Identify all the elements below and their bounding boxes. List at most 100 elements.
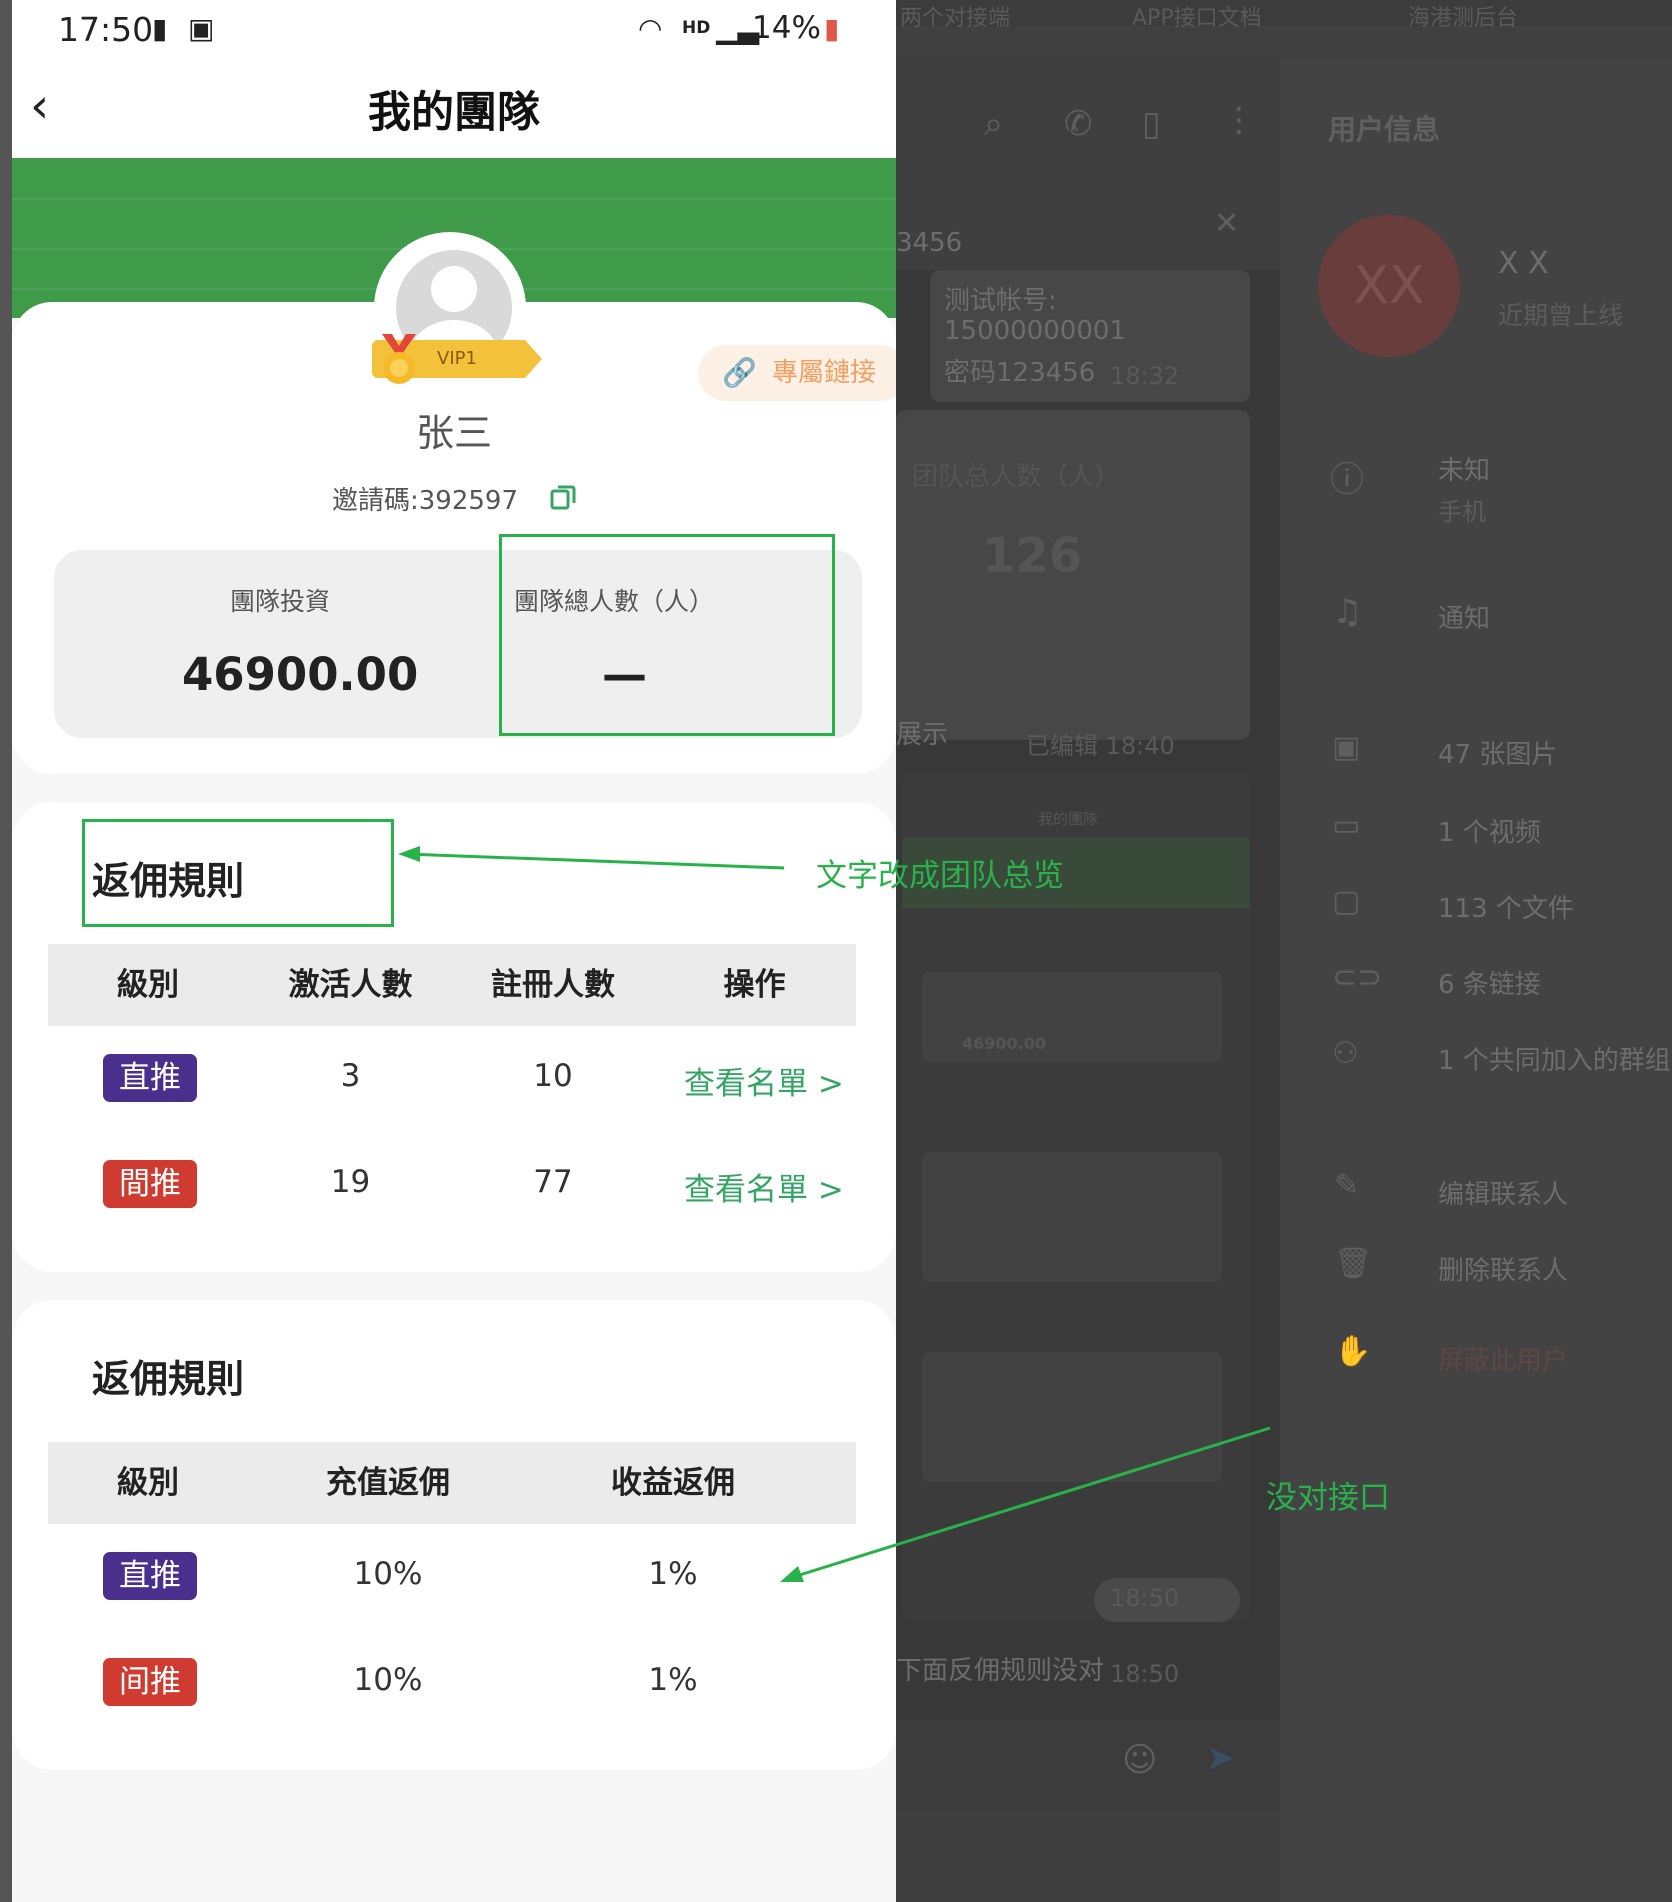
bell-icon: ♫ (1332, 592, 1363, 632)
annotation-box-total-members (499, 534, 835, 736)
column-header: 級別 (117, 967, 179, 1003)
video-icon: ▭ (1332, 808, 1361, 843)
gallery-icon: ▣ (188, 12, 215, 45)
notify-label[interactable]: 通知 (1438, 598, 1490, 635)
exclusive-link-label: 專屬鏈接 (772, 358, 877, 388)
chat-snippet: 3456 (896, 228, 963, 258)
browser-tab[interactable]: 两个对接端 (900, 0, 1010, 32)
team-table-header: 級別 激活人數 註冊人數 操作 (48, 944, 856, 1026)
browser-tabbar: 两个对接端 APP接口文档 海港测后台 (896, 0, 1672, 31)
investment-value: 46900.00 (182, 648, 419, 701)
page-title: 我的團隊 (368, 88, 540, 138)
table-cell: 1% (648, 1662, 698, 1698)
wifi-icon: ◠ (638, 12, 663, 45)
view-list-link[interactable]: 查看名單 > (684, 1058, 844, 1103)
pencil-icon: ✎ (1334, 1168, 1360, 1203)
user-name: 张三 (415, 411, 492, 455)
phone-icon[interactable]: ✆ (1064, 104, 1093, 144)
view-list-link[interactable]: 查看名單 > (684, 1164, 844, 1209)
table-cell: 10% (353, 1556, 423, 1592)
column-header: 激活人數 (288, 967, 413, 1003)
column-header: 級別 (117, 1465, 179, 1501)
sidebar-toggle-icon[interactable]: ▯ (1142, 104, 1161, 144)
battery-level: 14% (752, 10, 821, 46)
close-icon[interactable]: ✕ (1214, 206, 1239, 241)
invite-code: 邀請碼:392597 (332, 486, 519, 516)
rebate-table-header: 級別 充值返佣 收益返佣 (48, 1442, 856, 1524)
contact-status: 近期曾上线 (1498, 301, 1624, 330)
hand-icon: ✋ (1334, 1334, 1372, 1369)
chat-time-3: 18:50 (1110, 1660, 1180, 1688)
browser-tab[interactable]: APP接口文档 (1132, 0, 1262, 32)
chat-edited: 已编辑 18:40 (1026, 732, 1175, 760)
block-user[interactable]: 屏蔽此用户 (1438, 1340, 1568, 1377)
column-header: 操作 (723, 967, 786, 1003)
info-type: 手机 (1438, 498, 1486, 526)
edit-contact[interactable]: 编辑联系人 (1438, 1174, 1568, 1211)
image-icon: ▣ (1332, 730, 1361, 765)
info-icon: ⓘ (1330, 460, 1364, 500)
chat-show-label: 展示 (896, 720, 949, 750)
contact-name: X X (1498, 246, 1549, 281)
group-icon: ⚇ (1332, 1036, 1359, 1071)
copy-icon[interactable] (550, 484, 576, 510)
chat-team-value: 126 (982, 528, 1083, 584)
chat-password: 密码123456 (944, 358, 1096, 388)
chat-time-2: 18:50 (1110, 1584, 1180, 1612)
level-tag-indirect: 间推 (103, 1658, 197, 1706)
chat-team-label: 团队总人数（人） (912, 462, 1121, 492)
delete-contact[interactable]: 删除联系人 (1438, 1250, 1568, 1287)
more-icon[interactable]: ⋮ (1222, 100, 1256, 140)
info-value: 未知 (1438, 456, 1491, 486)
column-header: 收益返佣 (611, 1465, 735, 1501)
mini-title: 我的團隊 (1038, 810, 1099, 828)
table-cell: 10 (533, 1058, 573, 1094)
contact-avatar: XX (1318, 215, 1460, 357)
left-window-edge (0, 0, 12, 1902)
chat-time: 18:32 (1110, 362, 1180, 390)
table-cell: 19 (330, 1164, 371, 1200)
annotation-note-no-api: 没对接口 (1266, 1480, 1390, 1516)
chat-screenshot-thumbnail[interactable]: 我的團隊 46900.00 (902, 772, 1250, 1622)
exclusive-link-button[interactable]: 🔗 專屬鏈接 (698, 345, 896, 401)
table-cell: 1% (648, 1556, 698, 1592)
link-icon: ⊂⊃ (1332, 960, 1383, 995)
level-tag-direct: 直推 (103, 1552, 197, 1600)
column-header: 充值返佣 (326, 1465, 450, 1501)
media-videos[interactable]: 1 个视频 (1438, 812, 1541, 849)
panel-title: 用户信息 (1328, 113, 1441, 146)
media-links[interactable]: 6 条链接 (1438, 964, 1541, 1001)
status-time: 17:50 (58, 10, 154, 49)
mini-team-table (922, 1152, 1222, 1282)
link-icon: 🔗 (722, 356, 757, 389)
mini-rebate-table (922, 1352, 1222, 1482)
table-cell: 3 (340, 1058, 361, 1094)
file-icon: ▢ (1332, 884, 1361, 919)
level-tag-direct: 直推 (103, 1054, 197, 1102)
send-icon[interactable]: ➤ (1206, 1738, 1235, 1778)
chat-phone: 15000000001 (944, 316, 1126, 346)
investment-label: 團隊投資 (230, 587, 331, 616)
trash-icon: 🗑 (1334, 1246, 1373, 1281)
search-icon[interactable]: ⌕ (984, 104, 1003, 144)
chat-account: 测试帐号: (944, 286, 1057, 316)
mini-investment: 46900.00 (962, 1034, 1047, 1053)
level-tag-indirect: 間推 (103, 1160, 197, 1208)
media-files[interactable]: 113 个文件 (1438, 888, 1574, 925)
phone-screen: 17:50 ▮ ▣ ◠ HD ▁▃ 14% ▮ ‹ 我的團隊 VIP1 张三 🔗… (12, 0, 896, 1902)
media-photos[interactable]: 47 张图片 (1438, 734, 1557, 771)
media-groups[interactable]: 1 个共同加入的群组 (1438, 1040, 1671, 1077)
table-cell: 77 (533, 1164, 573, 1200)
annotation-note-rename: 文字改成团队总览 (816, 858, 1064, 894)
nav-bar: ‹ 我的團隊 (12, 58, 896, 158)
network-label: HD (682, 18, 711, 38)
annotation-box-section-title (82, 819, 394, 927)
lock-icon: ▮ (152, 12, 168, 45)
browser-tab[interactable]: 海港测后台 (1408, 0, 1518, 32)
column-header: 註冊人數 (491, 967, 615, 1003)
table-cell: 10% (353, 1662, 423, 1698)
status-bar: 17:50 ▮ ▣ ◠ HD ▁▃ 14% ▮ (12, 0, 896, 58)
emoji-icon[interactable]: ☺ (1122, 1740, 1157, 1780)
chat-last-message: 下面反佣规则没对 (896, 1656, 1105, 1686)
rebate-section-title: 返佣規則 (92, 1357, 245, 1401)
